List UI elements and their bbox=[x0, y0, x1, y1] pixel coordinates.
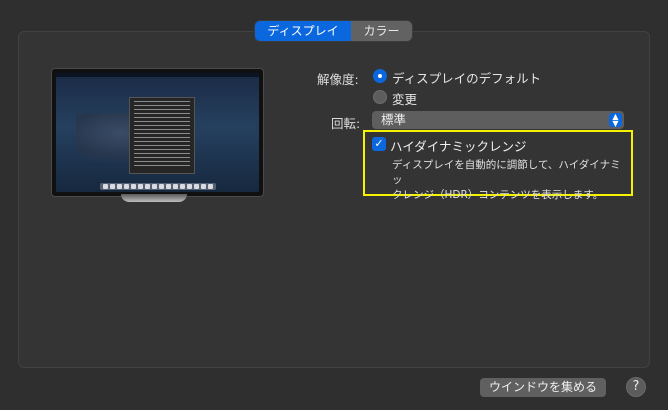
monitor-stand bbox=[121, 194, 187, 202]
rotation-value: 標準 bbox=[381, 112, 407, 127]
dock-preview bbox=[100, 183, 216, 190]
hdr-description-line2: クレンジ（HDR）コンテンツを表示します。 bbox=[392, 189, 604, 201]
chevron-updown-icon: ▲ ▼ bbox=[609, 113, 622, 128]
gather-windows-button[interactable]: ウインドウを集める bbox=[480, 378, 606, 397]
hdr-checkbox[interactable]: ✓ bbox=[372, 137, 386, 151]
document-window-preview bbox=[129, 97, 195, 174]
tab-display[interactable]: ディスプレイ bbox=[255, 21, 351, 41]
hdr-description-line1: ディスプレイを自動的に調節して、ハイダイナミッ bbox=[392, 159, 621, 186]
menu-bar-preview bbox=[56, 73, 259, 77]
monitor-image bbox=[51, 68, 264, 197]
help-button[interactable]: ? bbox=[626, 377, 646, 397]
radio-scaled[interactable] bbox=[373, 90, 387, 104]
desktop-preview bbox=[56, 73, 259, 192]
rotation-label: 回転: bbox=[331, 116, 361, 131]
rotation-select[interactable]: 標準 ▲ ▼ bbox=[372, 111, 624, 129]
radio-scaled-label: 変更 bbox=[392, 92, 418, 107]
resolution-label: 解像度: bbox=[317, 72, 359, 87]
radio-default-label: ディスプレイのデフォルト bbox=[392, 71, 542, 86]
hdr-description: ディスプレイを自動的に調節して、ハイダイナミッ クレンジ（HDR）コンテンツを表… bbox=[392, 158, 624, 203]
checkmark-icon: ✓ bbox=[374, 137, 384, 150]
tab-bar: ディスプレイ カラー bbox=[255, 21, 412, 41]
tab-color[interactable]: カラー bbox=[351, 21, 412, 41]
radio-default[interactable] bbox=[373, 69, 387, 83]
hdr-label: ハイダイナミックレンジ bbox=[390, 139, 527, 154]
